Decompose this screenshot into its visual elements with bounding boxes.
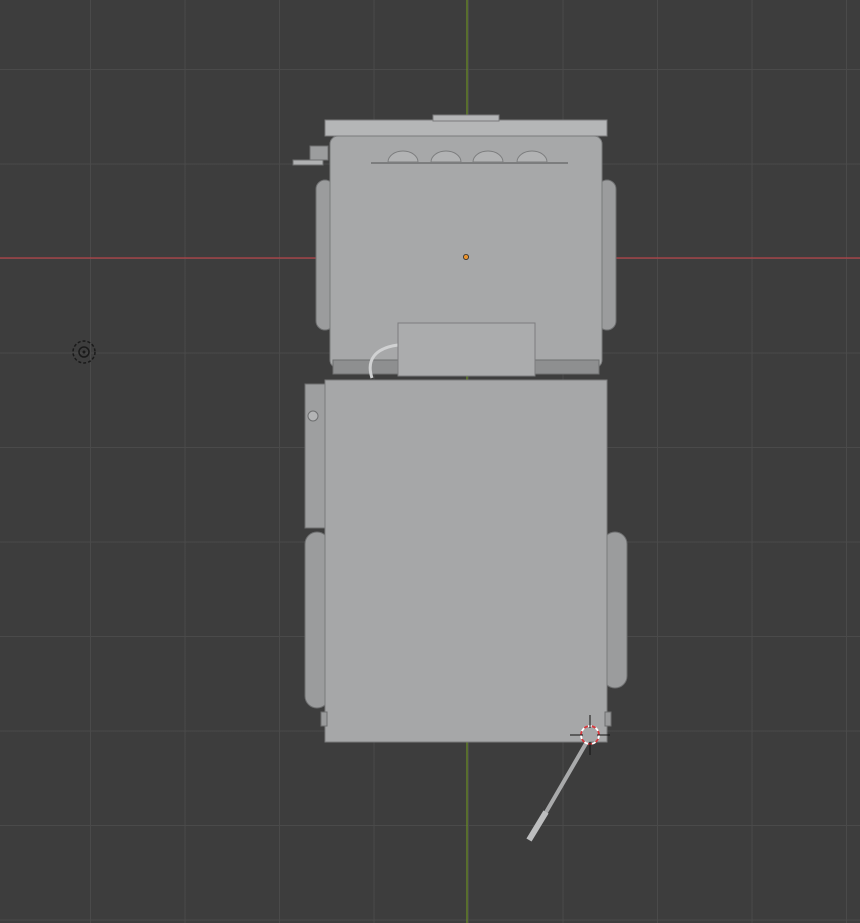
3d-viewport[interactable] xyxy=(0,0,860,923)
upper-box xyxy=(397,322,536,377)
lower-body xyxy=(324,379,608,743)
rod-tip xyxy=(526,810,549,842)
side-bracket-post xyxy=(309,145,329,161)
upper-top-lip xyxy=(324,119,608,137)
scene-canvas[interactable] xyxy=(0,0,860,923)
light-icon[interactable] xyxy=(72,340,96,364)
lower-foot-right xyxy=(604,711,612,727)
upper-top-tab xyxy=(432,114,500,122)
object-origin-icon[interactable] xyxy=(462,253,469,260)
model-object[interactable] xyxy=(292,114,628,842)
side-bracket xyxy=(292,159,324,166)
attachment-knob xyxy=(307,410,319,422)
lower-foot-left xyxy=(320,711,328,727)
